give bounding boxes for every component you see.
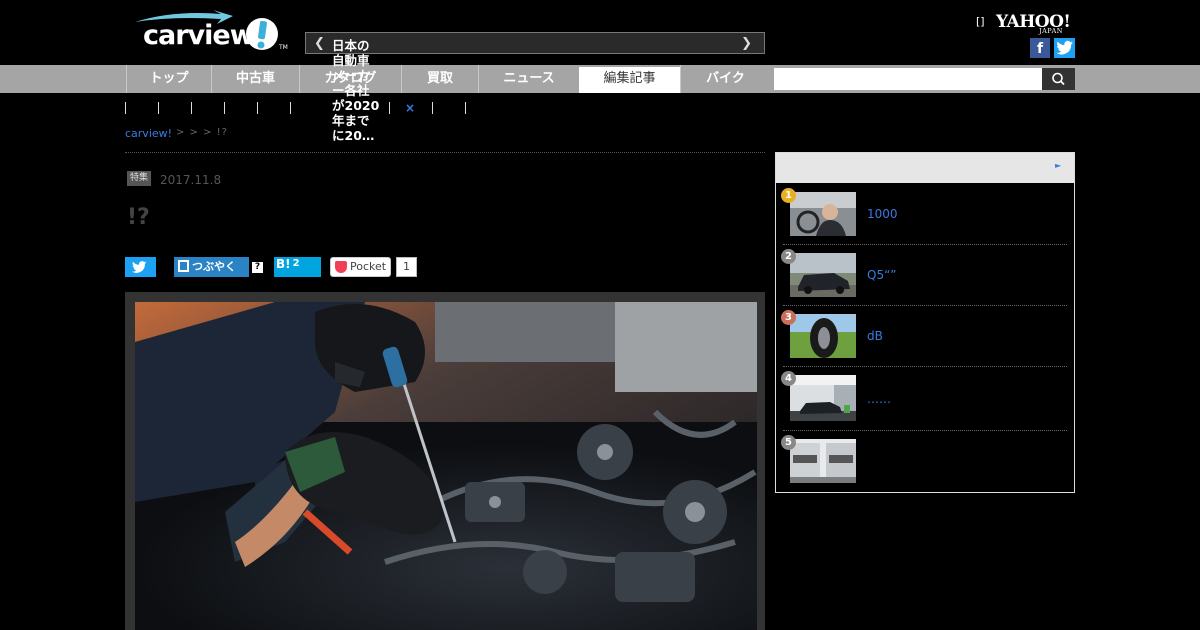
breadcrumb-home-link[interactable]: carview! bbox=[125, 127, 172, 140]
ranking-thumb-2[interactable] bbox=[790, 253, 856, 297]
ranking-thumb-4[interactable] bbox=[790, 375, 856, 421]
hero-image-engine-repair bbox=[135, 302, 757, 630]
share-hatena-button[interactable]: B! 2 bbox=[274, 257, 321, 277]
ranking-badge-4: 4 bbox=[781, 371, 796, 386]
subnav-separator bbox=[191, 102, 192, 114]
pocket-icon bbox=[335, 261, 347, 273]
search-input[interactable] bbox=[774, 68, 1042, 90]
ranking-badge-5: 5 bbox=[781, 435, 796, 450]
subnav-separator bbox=[257, 102, 258, 114]
article-date: 2017.11.8 bbox=[160, 173, 222, 187]
subnav-separator bbox=[290, 102, 291, 114]
search-button[interactable] bbox=[1042, 68, 1075, 90]
pocket-count: 1 bbox=[396, 257, 417, 277]
subnav-separator bbox=[465, 102, 466, 114]
ranking-divider bbox=[783, 366, 1067, 367]
subnav-separator bbox=[158, 102, 159, 114]
ranking-thumb-3[interactable] bbox=[790, 314, 856, 358]
ranking-divider bbox=[783, 430, 1067, 431]
ranking-title-1[interactable]: 1000 bbox=[867, 207, 898, 221]
article-title: !? bbox=[127, 205, 150, 230]
nav-news[interactable]: ニュース bbox=[478, 65, 579, 93]
facebook-icon[interactable]: f bbox=[1030, 38, 1050, 58]
search-icon bbox=[1052, 72, 1065, 86]
logo-exclamation-icon bbox=[246, 18, 278, 50]
nav-editorial[interactable]: 編集記事 bbox=[579, 67, 680, 93]
share-twitter-button[interactable] bbox=[125, 257, 156, 277]
tsubuyaku-label: つぶやく bbox=[192, 260, 236, 273]
carview-logo[interactable]: carview TM bbox=[133, 10, 288, 56]
tsubuyaku-icon bbox=[178, 260, 189, 272]
ranking-badge-1: 1 bbox=[781, 188, 796, 203]
nav-buyback[interactable]: 買取 bbox=[401, 65, 478, 93]
nav-top[interactable]: トップ bbox=[126, 65, 211, 93]
ranking-title-2[interactable]: Q5“” bbox=[867, 268, 897, 282]
hatena-count: 2 bbox=[292, 258, 300, 269]
category-badge[interactable]: 特集 bbox=[127, 171, 151, 186]
subnav-close-icon[interactable]: × bbox=[405, 101, 415, 115]
subnav-separator bbox=[125, 102, 126, 114]
ranking-thumb-1[interactable] bbox=[790, 192, 856, 236]
ranking-badge-2: 2 bbox=[781, 249, 796, 264]
subnav-separator bbox=[389, 102, 390, 114]
ranking-header[interactable] bbox=[776, 153, 1074, 183]
yahoo-bracket: [] bbox=[976, 15, 985, 28]
ranking-divider bbox=[783, 305, 1067, 306]
ranking-title-4[interactable]: …… bbox=[867, 392, 891, 406]
ranking-badge-3: 3 bbox=[781, 310, 796, 325]
ticker-headline[interactable]: 日本の自動車メーカー各社が2020年までに20… bbox=[332, 38, 380, 143]
ranking-thumb-5[interactable] bbox=[790, 439, 856, 483]
share-pocket-button[interactable]: Pocket bbox=[330, 257, 391, 277]
logo-trademark: TM bbox=[279, 44, 288, 51]
twitter-icon[interactable] bbox=[1054, 38, 1075, 58]
share-tsubuyaku-button[interactable]: つぶやく bbox=[174, 257, 249, 277]
ranking-divider bbox=[783, 244, 1067, 245]
pocket-label: Pocket bbox=[350, 260, 387, 273]
logo-text: carview bbox=[143, 20, 255, 51]
ranking-title-3[interactable]: dB bbox=[867, 329, 883, 343]
breadcrumb-trail: > > > !? bbox=[176, 127, 228, 138]
subnav-separator bbox=[432, 102, 433, 114]
hatena-icon: B! bbox=[276, 257, 291, 271]
twitter-bird-icon bbox=[132, 261, 147, 273]
ranking-more-chevron-icon[interactable]: ► bbox=[1055, 161, 1061, 170]
yahoo-japan-subtext: JAPAN bbox=[1039, 27, 1063, 35]
breadcrumb-divider bbox=[125, 152, 765, 153]
ticker-prev-icon[interactable]: ❮ bbox=[314, 36, 325, 51]
help-icon[interactable]: ? bbox=[252, 262, 263, 273]
nav-used-cars[interactable]: 中古車 bbox=[211, 65, 299, 93]
ticker-next-icon[interactable]: ❯ bbox=[741, 36, 752, 51]
subnav-separator bbox=[224, 102, 225, 114]
nav-bike[interactable]: バイク bbox=[680, 65, 770, 93]
